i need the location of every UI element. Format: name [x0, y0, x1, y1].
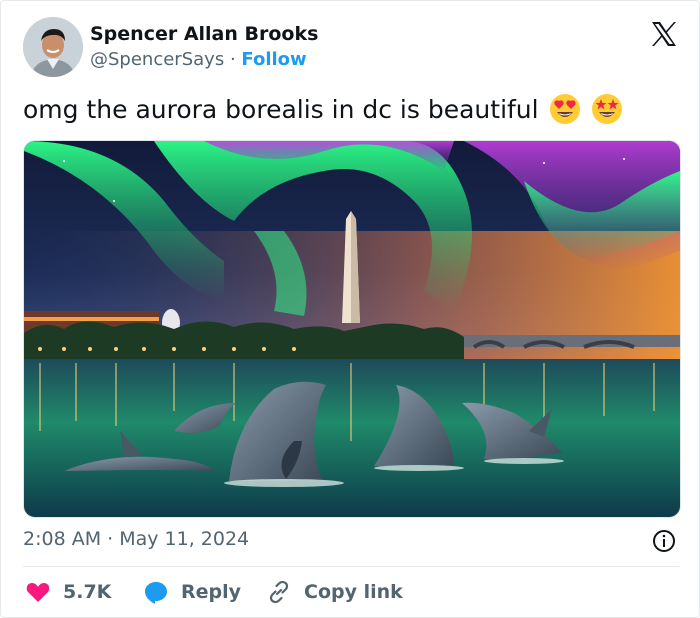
divider [23, 566, 679, 567]
user-handle[interactable]: @SpencerSays [90, 49, 224, 70]
link-icon [269, 580, 289, 604]
heart-icon [26, 583, 50, 602]
speech-bubble-icon [145, 582, 167, 604]
separator-dot: · [229, 49, 236, 70]
like-count: 5.7K [63, 581, 112, 603]
heart-eyes-emoji-icon [549, 94, 580, 124]
star-struck-emoji-icon [591, 94, 622, 124]
info-icon[interactable] [652, 529, 676, 553]
avatar[interactable] [23, 17, 83, 77]
reply-label: Reply [181, 581, 242, 603]
copy-link-button[interactable]: Copy link [266, 577, 403, 607]
reply-button[interactable]: Reply [143, 577, 241, 607]
tweet-card: Spencer Allan Brooks @SpencerSays · Foll… [0, 0, 700, 618]
display-name[interactable]: Spencer Allan Brooks [90, 23, 318, 45]
copy-link-label: Copy link [304, 581, 403, 603]
tweet-text: omg the aurora borealis in dc is beautif… [23, 94, 539, 124]
tweet-timestamp[interactable]: 2:08 AM · May 11, 2024 [23, 528, 249, 550]
like-button[interactable]: 5.7K [25, 577, 111, 607]
follow-button[interactable]: Follow [241, 49, 306, 70]
x-logo-icon[interactable] [649, 19, 679, 49]
tweet-image[interactable] [23, 140, 681, 518]
handle-row: @SpencerSays · Follow [90, 49, 307, 70]
tweet-text-row: omg the aurora borealis in dc is beautif… [23, 93, 623, 125]
